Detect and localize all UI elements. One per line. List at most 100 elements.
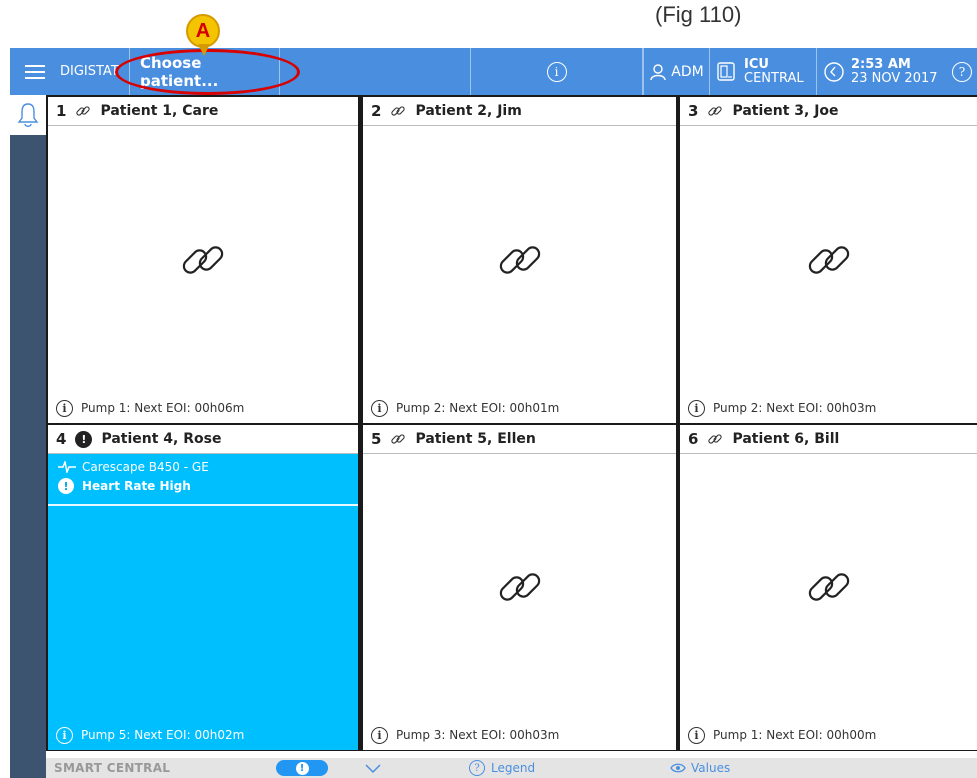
hamburger-icon (25, 64, 45, 79)
legend-icon: ? (469, 760, 485, 776)
link-icon (499, 573, 540, 601)
values-label: Values (691, 761, 731, 775)
user-label: ADM (671, 63, 704, 80)
annotation-marker-pointer (198, 44, 210, 56)
patient-tile-header[interactable]: 6 Patient 6, Bill (680, 425, 977, 454)
pump-status: i Pump 1: Next EOI: 00h00m (680, 720, 977, 750)
info-icon: i (56, 726, 73, 744)
alert-icon: ! (75, 430, 93, 448)
header-spacer (280, 48, 471, 95)
pump-status: i Pump 1: Next EOI: 00h06m (48, 393, 358, 423)
patient-tile[interactable]: 2 Patient 2, Jim i Pump 2: Next EOI: 00h01m (363, 97, 676, 423)
ward-button[interactable]: ICU CENTRAL (710, 48, 817, 95)
pump-status: i Pump 5: Next EOI: 00h02m (48, 720, 358, 750)
link-icon (391, 434, 406, 444)
ward-title: ICU (744, 56, 769, 72)
patient-tile-header[interactable]: 1 Patient 1, Care (48, 97, 358, 126)
bed-number: 3 (688, 102, 699, 120)
patient-tile[interactable]: 4! Patient 4, Rose Carescape B450 - GE! Hea… (48, 425, 358, 750)
app-brand: DIGISTAT (60, 48, 130, 95)
pump-status-text: Pump 1: Next EOI: 00h00m (713, 728, 877, 742)
patient-tile-header[interactable]: 5 Patient 5, Ellen (363, 425, 676, 454)
alarm-text: Heart Rate High (82, 479, 191, 493)
link-patient-area[interactable] (680, 454, 977, 720)
user-icon (650, 63, 666, 80)
alarm-filter-toggle[interactable]: ! (276, 760, 328, 776)
patient-tile[interactable]: 6 Patient 6, Bill i Pump 1: Next EOI: 00h00… (680, 425, 977, 750)
link-icon (808, 245, 849, 274)
pump-status-text: Pump 3: Next EOI: 00h03m (396, 728, 560, 742)
info-icon: i (688, 399, 705, 417)
patient-tile-header[interactable]: 4! Patient 4, Rose (48, 425, 358, 454)
alarm-device: Carescape B450 - GE (58, 460, 209, 474)
patient-tile-header[interactable]: 2 Patient 2, Jim (363, 97, 676, 126)
values-button[interactable]: Values (670, 761, 730, 775)
info-icon: i (371, 726, 388, 744)
ward-subtitle: CENTRAL (744, 70, 804, 86)
pump-status-text: Pump 1: Next EOI: 00h06m (81, 401, 245, 415)
clock-date: 23 NOV 2017 (851, 70, 938, 86)
top-bar: DIGISTAT Choose patient... i ADM ICU CEN… (10, 48, 977, 95)
patient-name: Patient 1, Care (100, 103, 219, 119)
clock-time: 2:53 AM (851, 56, 911, 72)
link-icon (808, 573, 849, 601)
patient-name: Patient 2, Jim (415, 103, 522, 119)
info-button[interactable]: i (471, 48, 643, 95)
user-button[interactable]: ADM (643, 48, 710, 95)
bottom-bar: SMART CENTRAL ! ? Legend Values (46, 758, 977, 778)
alarm-icon: ! (295, 761, 309, 775)
bed-number: 2 (371, 102, 382, 120)
eye-icon (670, 763, 686, 773)
alarm-divider (48, 504, 358, 506)
patient-tile[interactable]: 3 Patient 3, Joe i Pump 2: Next EOI: 00h03m (680, 97, 977, 423)
patient-name: Patient 5, Ellen (415, 431, 536, 447)
link-patient-area[interactable] (363, 454, 676, 720)
bed-number: 4 (56, 430, 67, 448)
notifications-button[interactable] (10, 95, 46, 135)
alarm-panel[interactable]: Carescape B450 - GE! Heart Rate High (48, 454, 358, 750)
figure-caption: (Fig 110) (655, 2, 742, 27)
pump-status: i Pump 3: Next EOI: 00h03m (363, 720, 676, 750)
help-button[interactable]: ? (947, 48, 977, 95)
pump-status-text: Pump 5: Next EOI: 00h02m (81, 728, 245, 742)
bed-number: 6 (688, 430, 699, 448)
clock-display: 2:53 AM 23 NOV 2017 (817, 48, 947, 95)
waveform-icon (58, 461, 76, 473)
info-icon: i (56, 399, 73, 417)
patient-tile[interactable]: 1 Patient 1, Care i Pump 1: Next EOI: 00h06… (48, 97, 358, 423)
annotation-marker: A (186, 14, 220, 48)
bell-icon (17, 103, 39, 127)
device-name: Carescape B450 - GE (82, 460, 209, 474)
link-icon (391, 106, 406, 116)
patient-grid: 1 Patient 1, Care i Pump 1: Next EOI: 00h06… (46, 95, 977, 751)
patient-tile-header[interactable]: 3 Patient 3, Joe (680, 97, 977, 126)
link-icon (708, 434, 723, 444)
clock-icon (824, 61, 844, 82)
legend-label: Legend (491, 761, 536, 775)
bed-number: 5 (371, 430, 382, 448)
pump-status: i Pump 2: Next EOI: 00h03m (680, 393, 977, 423)
patient-name: Patient 4, Rose (101, 431, 222, 447)
alarm-icon: ! (58, 478, 74, 494)
pump-status-text: Pump 2: Next EOI: 00h03m (713, 401, 877, 415)
bed-number: 1 (56, 102, 67, 120)
link-icon (182, 245, 224, 274)
left-sidebar (10, 95, 46, 778)
link-patient-area[interactable] (363, 126, 676, 393)
menu-button[interactable] (10, 48, 60, 95)
link-icon (499, 245, 540, 274)
pump-status-text: Pump 2: Next EOI: 00h01m (396, 401, 560, 415)
legend-button[interactable]: ? Legend (469, 760, 535, 776)
link-icon (76, 106, 91, 116)
bottom-bar-title: SMART CENTRAL (54, 761, 171, 775)
patient-tile[interactable]: 5 Patient 5, Ellen i Pump 3: Next EOI: 00h0… (363, 425, 676, 750)
info-icon: i (371, 399, 388, 417)
patient-name: Patient 3, Joe (732, 103, 839, 119)
help-icon: ? (952, 61, 972, 82)
chevron-down-icon[interactable] (364, 760, 382, 776)
info-icon: i (546, 61, 567, 82)
pump-status: i Pump 2: Next EOI: 00h01m (363, 393, 676, 423)
link-patient-area[interactable] (48, 126, 358, 393)
link-patient-area[interactable] (680, 126, 977, 393)
patient-name: Patient 6, Bill (732, 431, 840, 447)
